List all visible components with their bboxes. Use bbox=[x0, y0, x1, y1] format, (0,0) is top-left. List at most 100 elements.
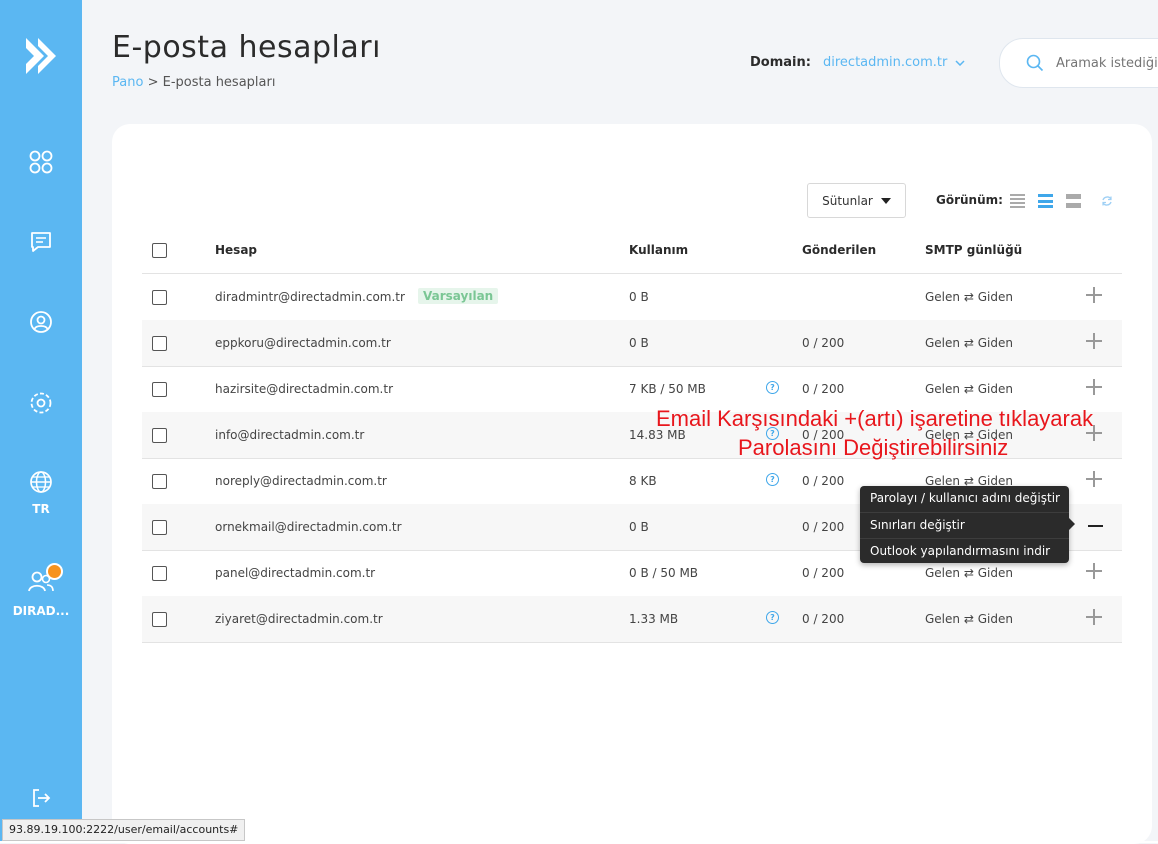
view-normal-icon[interactable] bbox=[1038, 194, 1053, 208]
menu-item-outlook-config[interactable]: Outlook yapılandırmasını indir bbox=[860, 539, 1069, 565]
logo-icon bbox=[26, 38, 56, 74]
sent-value: 0 / 200 bbox=[802, 336, 845, 350]
menu-item-change-limits[interactable]: Sınırları değiştir bbox=[860, 513, 1069, 540]
table-row: diradmintr@directadmin.com.tr Varsayılan… bbox=[142, 274, 1122, 321]
usage-value: 0 B bbox=[629, 520, 649, 534]
header-sent[interactable]: Gönderilen bbox=[802, 243, 876, 257]
sidebar: TR DIRAD... bbox=[0, 0, 82, 843]
row-checkbox[interactable] bbox=[152, 428, 167, 443]
sidebar-item-logout[interactable] bbox=[0, 787, 82, 809]
logout-icon bbox=[33, 789, 51, 807]
columns-button[interactable]: Sütunlar bbox=[807, 183, 906, 218]
smtp-log-link[interactable]: Gelen ⇄ Giden bbox=[925, 566, 1013, 580]
table-row: ziyaret@directadmin.com.tr 1.33 MB ? 0 /… bbox=[142, 596, 1122, 643]
header-usage[interactable]: Kullanım bbox=[629, 243, 688, 257]
refresh-icon[interactable] bbox=[1101, 195, 1113, 207]
row-checkbox[interactable] bbox=[152, 290, 167, 305]
sidebar-item-messages[interactable] bbox=[0, 230, 82, 254]
logo[interactable] bbox=[0, 36, 82, 76]
sent-value: 0 / 200 bbox=[802, 612, 845, 626]
sidebar-item-account[interactable] bbox=[0, 310, 82, 334]
row-actions-menu: Parolayı / kullanıcı adını değiştir Sını… bbox=[860, 486, 1069, 563]
message-icon bbox=[31, 232, 51, 252]
sidebar-item-settings[interactable] bbox=[0, 390, 82, 416]
breadcrumb-current: E-posta hesapları bbox=[162, 75, 276, 90]
search-input[interactable] bbox=[1054, 54, 1158, 72]
expand-plus-icon[interactable] bbox=[1086, 379, 1102, 395]
search-box[interactable] bbox=[999, 38, 1158, 88]
default-badge: Varsayılan bbox=[418, 288, 499, 304]
usage-value: 1.33 MB bbox=[629, 612, 679, 626]
account-email[interactable]: noreply@directadmin.com.tr bbox=[215, 474, 387, 488]
usage-value: 0 B / 50 MB bbox=[629, 566, 699, 580]
account-email[interactable]: hazirsite@directadmin.com.tr bbox=[215, 382, 393, 396]
view-compact-icon[interactable] bbox=[1010, 194, 1025, 208]
status-bar-url: 93.89.19.100:2222/user/email/accounts# bbox=[2, 819, 246, 841]
breadcrumb: Pano > E-posta hesapları bbox=[112, 75, 275, 90]
row-checkbox[interactable] bbox=[152, 336, 167, 351]
breadcrumb-separator: > bbox=[147, 75, 159, 90]
smtp-log-link[interactable]: Gelen ⇄ Giden bbox=[925, 290, 1013, 304]
row-checkbox[interactable] bbox=[152, 566, 167, 581]
account-email[interactable]: diradmintr@directadmin.com.tr bbox=[215, 290, 405, 304]
view-label: Görünüm: bbox=[936, 193, 1003, 207]
smtp-log-link[interactable]: Gelen ⇄ Giden bbox=[925, 336, 1013, 350]
notification-badge bbox=[46, 563, 63, 580]
row-checkbox[interactable] bbox=[152, 474, 167, 489]
sidebar-item-dashboard[interactable] bbox=[0, 150, 82, 174]
help-icon[interactable]: ? bbox=[766, 381, 779, 394]
sent-value: 0 / 200 bbox=[802, 566, 845, 580]
usage-value: 7 KB / 50 MB bbox=[629, 382, 706, 396]
collapse-minus-icon[interactable] bbox=[1088, 525, 1103, 527]
sidebar-item-user[interactable]: DIRAD... bbox=[0, 568, 82, 618]
page-title: E-posta hesapları bbox=[112, 30, 381, 65]
caret-down-icon bbox=[880, 197, 891, 204]
account-email[interactable]: panel@directadmin.com.tr bbox=[215, 566, 375, 580]
help-icon[interactable]: ? bbox=[766, 611, 779, 624]
grid-icon bbox=[29, 150, 53, 174]
user-label: DIRAD... bbox=[12, 604, 70, 618]
account-email[interactable]: eppkoru@directadmin.com.tr bbox=[215, 336, 391, 350]
usage-value: 8 KB bbox=[629, 474, 657, 488]
expand-plus-icon[interactable] bbox=[1086, 609, 1102, 625]
usage-value: 0 B bbox=[629, 290, 649, 304]
gear-icon bbox=[30, 392, 52, 414]
breadcrumb-home[interactable]: Pano bbox=[112, 75, 143, 90]
row-checkbox[interactable] bbox=[152, 520, 167, 535]
globe-icon bbox=[30, 471, 52, 493]
annotation-line-2: Parolasını Değiştirebilirsiniz bbox=[738, 435, 1009, 460]
domain-select[interactable]: directadmin.com.tr bbox=[823, 55, 965, 70]
expand-plus-icon[interactable] bbox=[1086, 471, 1102, 487]
annotation-line-1: Email Karşısındaki +(artı) işaretine tık… bbox=[656, 406, 1094, 431]
account-email[interactable]: ziyaret@directadmin.com.tr bbox=[215, 612, 383, 626]
search-icon bbox=[1026, 54, 1044, 72]
sent-value: 0 / 200 bbox=[802, 474, 845, 488]
header-smtp[interactable]: SMTP günlüğü bbox=[925, 243, 1022, 257]
table-row: eppkoru@directadmin.com.tr 0 B 0 / 200 G… bbox=[142, 320, 1122, 367]
smtp-log-link[interactable]: Gelen ⇄ Giden bbox=[925, 612, 1013, 626]
domain-label: Domain: bbox=[750, 55, 811, 70]
sent-value: 0 / 200 bbox=[802, 382, 845, 396]
help-icon[interactable]: ? bbox=[766, 473, 779, 486]
columns-label: Sütunlar bbox=[822, 193, 873, 208]
smtp-log-link[interactable]: Gelen ⇄ Giden bbox=[925, 382, 1013, 396]
user-circle-icon bbox=[30, 311, 52, 333]
account-email[interactable]: ornekmail@directadmin.com.tr bbox=[215, 520, 402, 534]
language-label: TR bbox=[32, 502, 50, 516]
row-checkbox[interactable] bbox=[152, 382, 167, 397]
account-email[interactable]: info@directadmin.com.tr bbox=[215, 428, 364, 442]
expand-plus-icon[interactable] bbox=[1086, 563, 1102, 579]
domain-value: directadmin.com.tr bbox=[823, 55, 948, 70]
menu-item-change-password[interactable]: Parolayı / kullanıcı adını değiştir bbox=[860, 486, 1069, 513]
header-account[interactable]: Hesap bbox=[215, 243, 257, 257]
expand-plus-icon[interactable] bbox=[1086, 287, 1102, 303]
expand-plus-icon[interactable] bbox=[1086, 333, 1102, 349]
chevron-down-icon bbox=[955, 59, 965, 66]
sidebar-item-language[interactable]: TR bbox=[0, 470, 82, 516]
sent-value: 0 / 200 bbox=[802, 520, 845, 534]
view-large-icon[interactable] bbox=[1066, 194, 1081, 208]
row-checkbox[interactable] bbox=[152, 612, 167, 627]
select-all-checkbox[interactable] bbox=[152, 243, 167, 258]
usage-value: 0 B bbox=[629, 336, 649, 350]
menu-pointer bbox=[1069, 518, 1075, 530]
